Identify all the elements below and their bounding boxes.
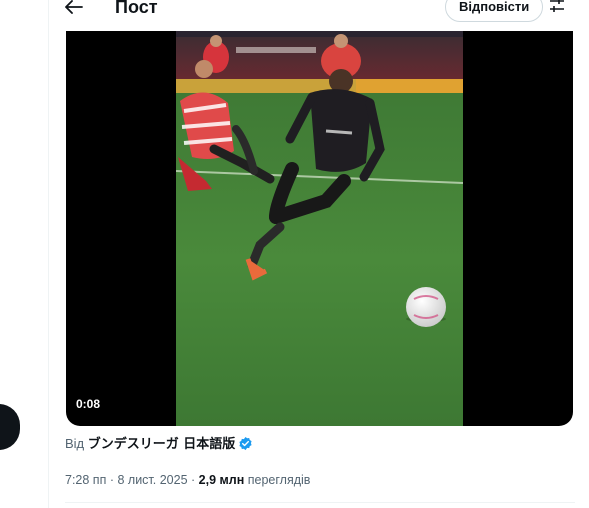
- arrow-left-icon[interactable]: [65, 0, 83, 14]
- attribution-prefix: Від: [65, 436, 85, 451]
- post-time-link[interactable]: 7:28 пп: [65, 473, 106, 487]
- views-count: 2,9 млн: [198, 473, 245, 487]
- account-name-link[interactable]: ブンデスリーガ 日本語版: [88, 437, 236, 452]
- section-divider: [65, 502, 575, 503]
- reply-button[interactable]: Відповісти: [445, 0, 544, 22]
- column-divider: [48, 0, 49, 508]
- video-player[interactable]: 0:08: [66, 31, 573, 426]
- post-date-link[interactable]: 8 лист. 2025: [117, 473, 187, 487]
- sliders-icon[interactable]: [549, 0, 565, 12]
- video-elapsed-time: 0:08: [76, 397, 101, 411]
- views-label: переглядів: [247, 473, 311, 487]
- left-rail: [0, 0, 48, 508]
- post-button-fragment[interactable]: [0, 404, 20, 450]
- verified-badge-icon: [239, 436, 252, 451]
- post-meta: 7:28 пп · 8 лист. 2025 · 2,9 млн перегля…: [65, 472, 310, 488]
- video-attribution: Від ブンデスリーガ 日本語版: [65, 436, 253, 453]
- meta-separator: ·: [109, 473, 114, 487]
- meta-separator: ·: [191, 473, 196, 487]
- post-header: Пост Відповісти: [49, 0, 589, 30]
- video-frame: [176, 31, 463, 426]
- page-title: Пост: [115, 0, 158, 17]
- video-still: [176, 31, 463, 426]
